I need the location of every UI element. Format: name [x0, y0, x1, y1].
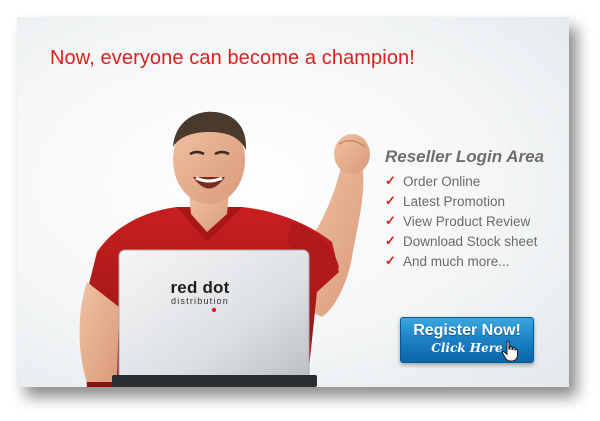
promo-banner: Now, everyone can become a champion! red… [17, 17, 569, 387]
hand-pointer-icon [501, 340, 518, 362]
list-item-label: And much more... [403, 253, 510, 269]
list-item: ✓ View Product Review [385, 211, 565, 231]
checkmark-icon: ✓ [385, 213, 396, 228]
list-item-label: Download Stock sheet [403, 233, 538, 249]
checkmark-icon: ✓ [385, 233, 396, 248]
champion-with-laptop-image [79, 111, 370, 387]
checkmark-icon: ✓ [385, 253, 396, 268]
register-button-label: Register Now! [413, 322, 521, 339]
list-item: ✓ Order Online [385, 171, 565, 191]
list-item-label: Order Online [403, 173, 481, 189]
red-dot-logo [211, 307, 217, 313]
list-item: ✓ Latest Promotion [385, 191, 565, 211]
logo-tagline: distribution [171, 296, 229, 306]
list-item: ✓ And much more... [385, 251, 565, 271]
logo-name: red dot [170, 278, 230, 297]
register-now-button[interactable]: Register Now! Click Here [400, 317, 534, 363]
reseller-login-panel: Reseller Login Area ✓ Order Online ✓ Lat… [385, 147, 565, 271]
laptop-logo: red dot distribution [162, 279, 238, 306]
list-item-label: Latest Promotion [403, 193, 506, 209]
login-title: Reseller Login Area [385, 147, 545, 166]
feature-list: ✓ Order Online ✓ Latest Promotion ✓ View… [385, 171, 565, 271]
list-item: ✓ Download Stock sheet [385, 231, 565, 251]
list-item-label: View Product Review [403, 213, 531, 229]
checkmark-icon: ✓ [385, 173, 396, 188]
checkmark-icon: ✓ [385, 193, 396, 208]
headline: Now, everyone can become a champion! [50, 47, 415, 69]
banner-page: Now, everyone can become a champion! red… [0, 0, 600, 421]
